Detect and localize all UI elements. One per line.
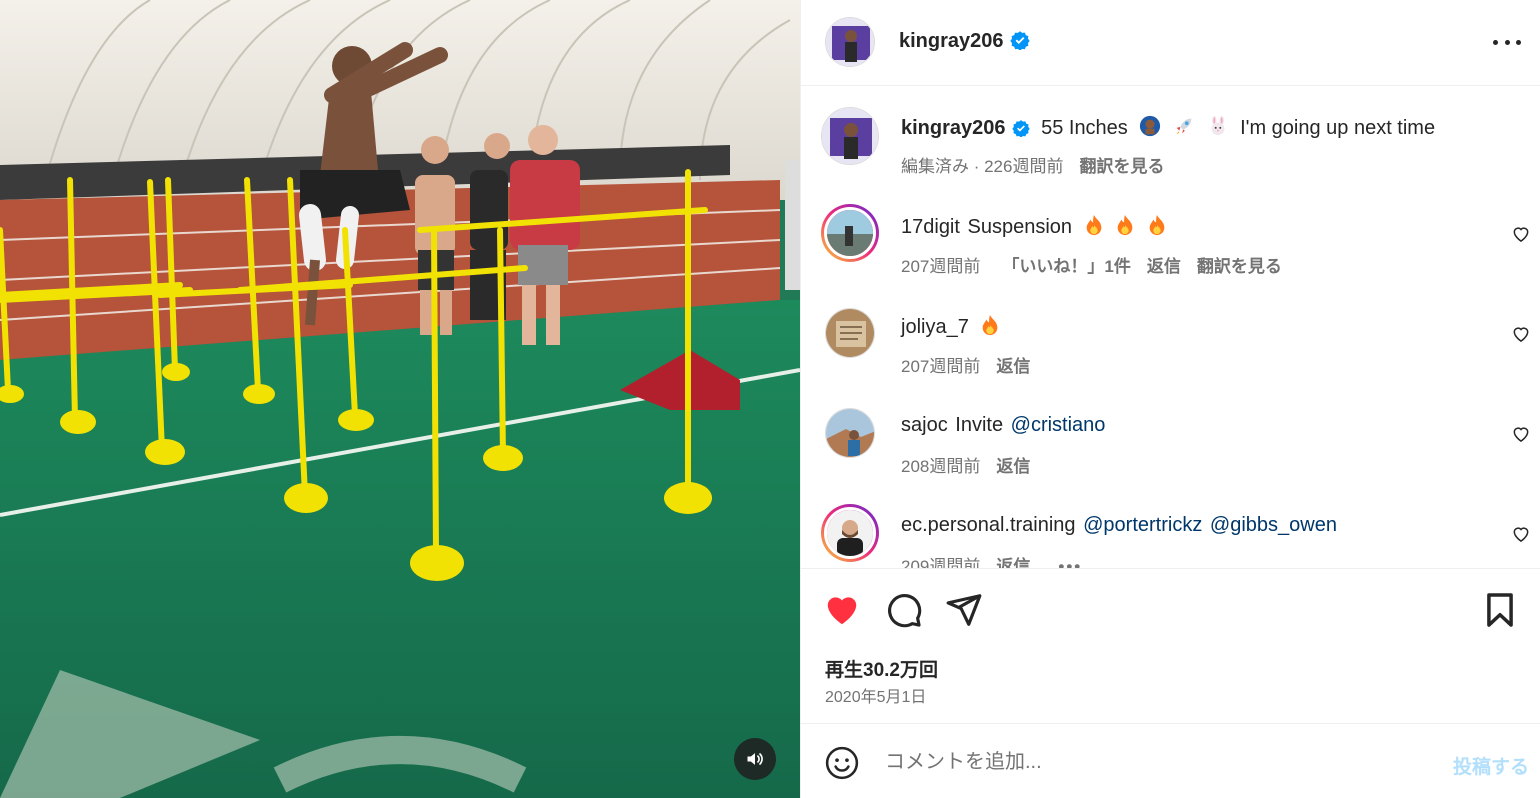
comment-time: 208週間前 — [901, 457, 981, 476]
comment-like-heart-icon[interactable] — [1511, 524, 1531, 544]
caption-translate-link[interactable]: 翻訳を見る — [1079, 157, 1164, 176]
comment-meta: 209週間前 返信 ••• — [901, 552, 1082, 568]
fire-emoji-icon — [983, 314, 998, 336]
post-comment-button[interactable]: 投稿する — [1453, 752, 1529, 779]
comment-like-heart-icon[interactable] — [1511, 224, 1531, 244]
comment-text: joliya_7 — [901, 314, 1000, 339]
author-name-text[interactable]: kingray206 — [899, 30, 1004, 52]
comment-time: 207週間前 — [901, 357, 981, 376]
comment-reply-button[interactable]: 返信 — [996, 457, 1030, 476]
commenter-avatar[interactable] — [821, 204, 879, 262]
more-dot-icon — [1493, 39, 1498, 45]
comment-like-heart-icon[interactable] — [1511, 424, 1531, 444]
comment-time: 209週間前 — [901, 557, 981, 568]
comments-list[interactable]: kingray206 55 Inches I'm going up next t… — [801, 86, 1540, 568]
caption-time: 編集済み · 226週間前 — [901, 157, 1064, 176]
save-bookmark-icon[interactable] — [1481, 591, 1519, 629]
comment-username[interactable]: 17digit — [901, 216, 960, 238]
comment-composer: 投稿する — [801, 724, 1540, 798]
caption-text: kingray206 55 Inches I'm going up next t… — [901, 115, 1435, 140]
comment-mention-link[interactable]: @portertrickz — [1083, 514, 1202, 536]
comment-meta: 207週間前 「いいね！」1件 返信 翻訳を見る — [901, 252, 1282, 277]
comment-meta: 208週間前 返信 — [901, 452, 1030, 477]
commenter-avatar[interactable] — [825, 408, 875, 458]
comment-mention-link[interactable]: @gibbs_owen — [1210, 514, 1337, 536]
like-heart-filled-icon[interactable] — [823, 591, 861, 629]
comment-text: ec.personal.training @portertrickz @gibb… — [901, 514, 1337, 537]
verified-badge-icon — [1009, 31, 1030, 50]
video-frame — [0, 0, 800, 798]
commenter-avatar[interactable] — [825, 308, 875, 358]
comment-username[interactable]: sajoc — [901, 414, 948, 436]
caption-body: 55 Inches — [1041, 117, 1128, 139]
caption-body-after: I'm going up next time — [1240, 117, 1436, 139]
post-video[interactable] — [0, 0, 800, 798]
person-emoji-icon — [1140, 115, 1161, 137]
comment-time: 207週間前 — [901, 257, 981, 276]
more-options-button[interactable] — [1493, 30, 1521, 54]
comment-reply-button[interactable]: 返信 — [996, 557, 1030, 568]
fire-emoji-icon — [1149, 214, 1165, 236]
post-actions: 再生30.2万回 2020年5月1日 — [801, 568, 1540, 724]
share-send-icon[interactable] — [945, 591, 983, 629]
volume-button[interactable] — [734, 738, 776, 780]
more-dot-icon — [1504, 39, 1510, 45]
post-header: kingray206 — [801, 0, 1540, 86]
comment-input[interactable] — [885, 742, 1405, 782]
comment-bubble-icon[interactable] — [885, 591, 923, 629]
comment-translate-link[interactable]: 翻訳を見る — [1197, 257, 1282, 276]
fire-emoji-icon — [1117, 214, 1133, 236]
rocket-emoji-icon — [1176, 118, 1192, 135]
comment-reply-button[interactable]: 返信 — [996, 357, 1030, 376]
more-dot-icon — [1516, 39, 1521, 45]
author-username[interactable]: kingray206 — [899, 30, 1030, 53]
comment-like-heart-icon[interactable] — [1511, 324, 1531, 344]
comment-text: 17digit Suspension — [901, 214, 1167, 239]
comment-mention-link[interactable]: @cristiano — [1011, 414, 1106, 436]
commenter-avatar[interactable] — [821, 504, 879, 562]
comment-likes-count[interactable]: 「いいね！」1件 — [1002, 257, 1130, 276]
post-side-panel: kingray206 kingray206 55 Inches I'm goin… — [800, 0, 1540, 798]
comment-more-options-button[interactable]: ••• — [1058, 557, 1082, 568]
view-count[interactable]: 再生30.2万回 — [825, 655, 938, 682]
comment-body: Suspension — [967, 216, 1073, 238]
fire-emoji-icon — [1086, 214, 1101, 236]
caption-avatar[interactable] — [821, 107, 879, 165]
rabbit-emoji-icon — [1211, 115, 1224, 136]
post-date[interactable]: 2020年5月1日 — [825, 683, 926, 707]
comment-meta: 207週間前 返信 — [901, 352, 1030, 377]
verified-badge-icon — [1011, 120, 1030, 137]
caption-username[interactable]: kingray206 — [901, 117, 1006, 139]
comment-body: Invite — [955, 414, 1004, 436]
speaker-icon — [747, 753, 763, 765]
emoji-smiley-icon[interactable] — [825, 746, 859, 780]
comment-reply-button[interactable]: 返信 — [1147, 257, 1181, 276]
comment-text: sajoc Invite @cristiano — [901, 414, 1105, 437]
caption-meta: 編集済み · 226週間前 翻訳を見る — [901, 152, 1164, 177]
comment-username[interactable]: ec.personal.training — [901, 514, 1076, 536]
comment-username[interactable]: joliya_7 — [901, 316, 969, 338]
author-avatar[interactable] — [825, 17, 875, 67]
